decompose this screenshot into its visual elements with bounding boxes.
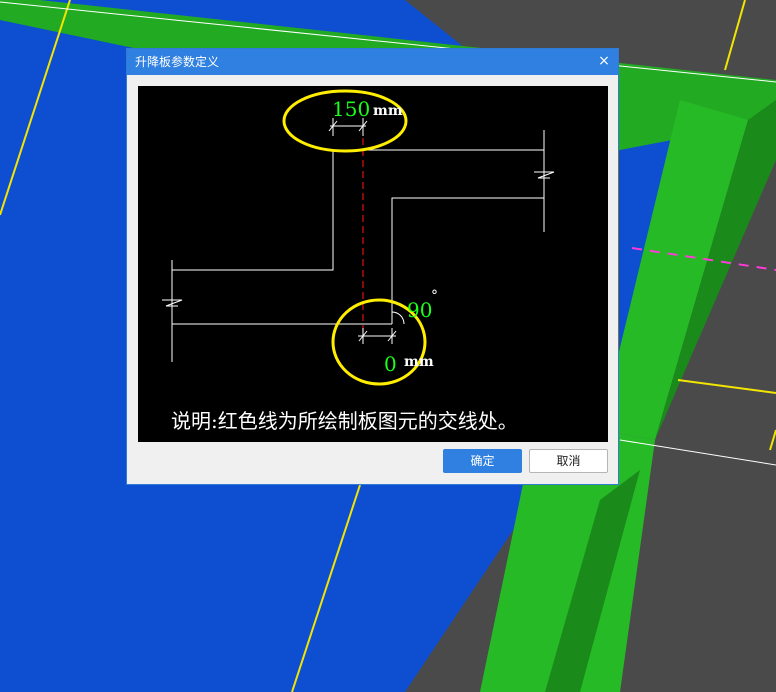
raise-lower-slab-dialog: 升降板参数定义 × 150 mm 90 ° 0 mm 说明:红色线为所绘制板图元… <box>126 48 619 485</box>
parameter-diagram: 150 mm 90 ° 0 mm 说明:红色线为所绘制板图元的交线处。 <box>138 86 608 442</box>
dialog-titlebar[interactable]: 升降板参数定义 × <box>127 49 618 75</box>
top-offset-unit: mm <box>373 103 403 119</box>
top-offset-value[interactable]: 150 <box>332 98 370 120</box>
diagram-note: 说明:红色线为所绘制板图元的交线处。 <box>171 409 518 433</box>
upper-slab-outline <box>172 149 544 271</box>
cancel-button[interactable]: 取消 <box>529 449 608 473</box>
angle-arc <box>391 311 405 325</box>
bottom-offset-unit: mm <box>404 354 434 370</box>
angle-unit: ° <box>431 288 438 304</box>
bottom-offset-value[interactable]: 0 <box>384 353 397 375</box>
ok-button[interactable]: 确定 <box>443 449 522 473</box>
angle-value[interactable]: 90 <box>407 299 432 321</box>
close-icon[interactable]: × <box>596 52 612 70</box>
dialog-title: 升降板参数定义 <box>135 55 220 69</box>
